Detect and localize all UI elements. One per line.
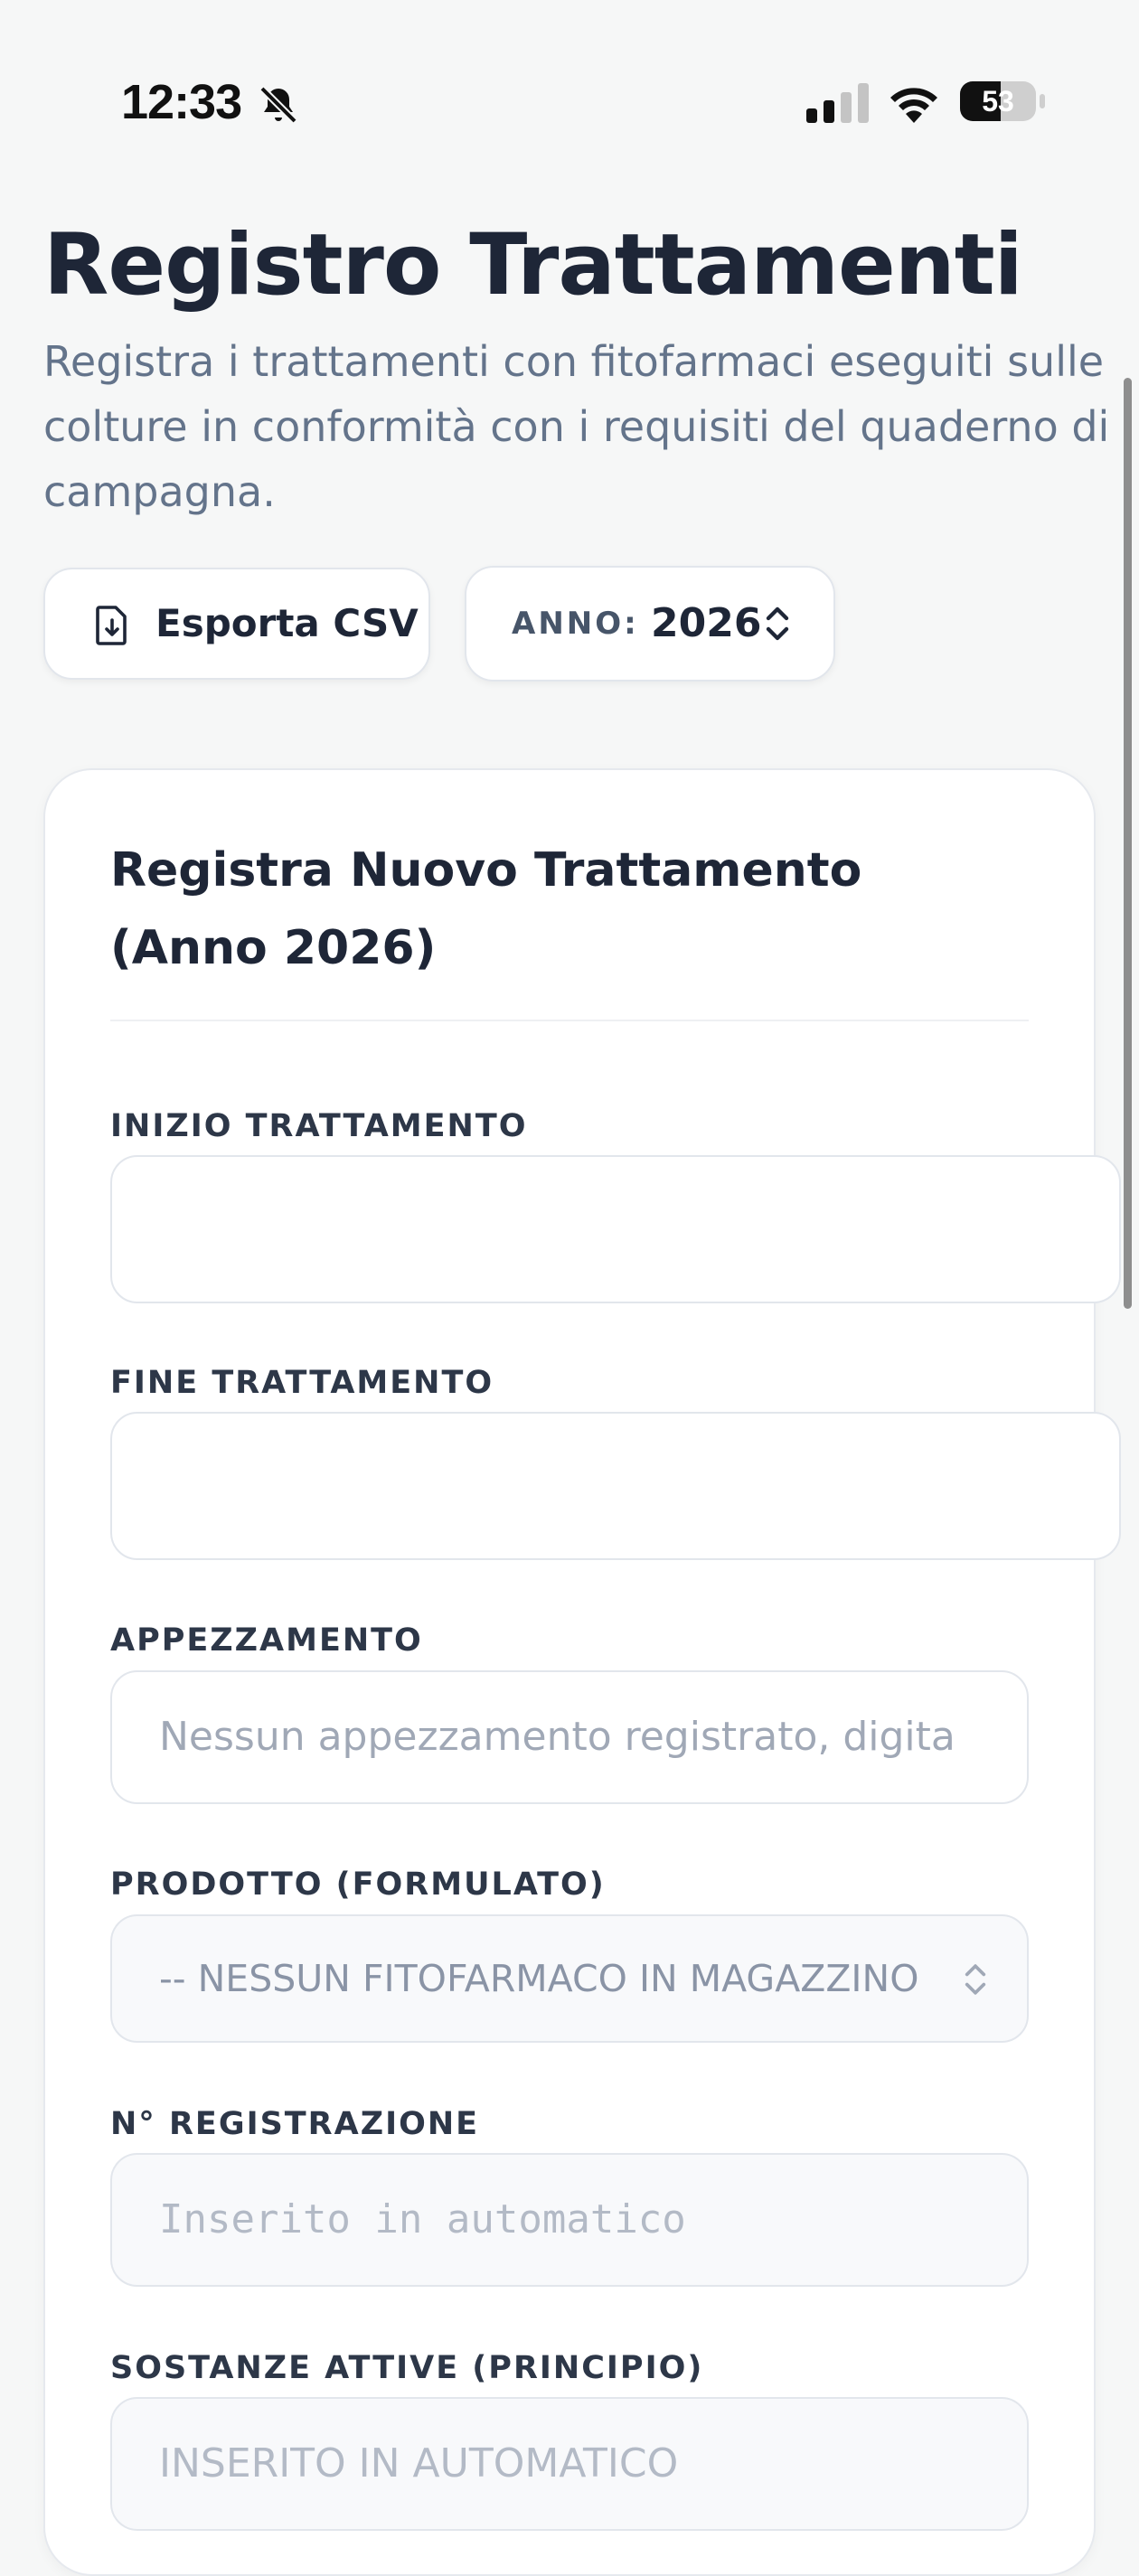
plot-input-placeholder: Nessun appezzamento registrato, digita [159,1714,955,1760]
year-select-prefix: ANNO: [512,606,639,642]
start-date-label: INIZIO TRATTAMENTO [110,1108,528,1144]
plot-input[interactable]: Nessun appezzamento registrato, digita [110,1670,1029,1804]
product-select[interactable]: -- NESSUN FITOFARMACO IN MAGAZZINO [110,1914,1029,2043]
card-divider [110,1020,1029,1021]
end-date-label: FINE TRATTAMENTO [110,1365,494,1401]
battery-icon: 53 [960,81,1045,123]
chevron-updown-icon [766,606,789,641]
substances-input-placeholder: INSERITO IN AUTOMATICO [159,2440,679,2487]
cellular-signal-icon [806,83,869,123]
end-date-input[interactable] [110,1412,1121,1560]
card-title: Registra Nuovo Trattamento (Anno 2026) [110,843,862,975]
registration-label: N° REGISTRAZIONE [110,2106,480,2142]
wifi-icon [890,88,937,123]
export-csv-label: Esporta CSV [155,601,419,645]
start-date-input[interactable] [110,1155,1121,1303]
bell-off-icon [259,86,297,124]
registration-input-placeholder: Inserito in automatico [159,2196,686,2242]
registration-input[interactable]: Inserito in automatico [110,2153,1029,2287]
product-select-value: -- NESSUN FITOFARMACO IN MAGAZZINO [159,1957,919,2000]
export-csv-button[interactable]: Esporta CSV [43,568,430,680]
page-scrollbar[interactable] [1124,378,1132,1309]
page-subtitle: Registra i trattamenti con fitofarmaci e… [43,337,1110,516]
battery-percentage: 53 [982,85,1014,118]
product-label: PRODOTTO (FORMULATO) [110,1866,606,1903]
status-time: 12:33 [121,75,242,129]
year-select-value: 2026 [651,600,762,646]
substances-label: SOSTANZE ATTIVE (PRINCIPIO) [110,2350,704,2386]
year-select[interactable]: ANNO: 2026 [465,566,835,682]
page-title: Registro Trattamenti [43,216,1023,315]
substances-input[interactable]: INSERITO IN AUTOMATICO [110,2397,1029,2531]
status-bar: 12:33 53 [0,0,1139,208]
chevron-updown-icon [965,1964,986,1995]
file-download-icon [96,606,127,645]
plot-label: APPEZZAMENTO [110,1622,423,1659]
